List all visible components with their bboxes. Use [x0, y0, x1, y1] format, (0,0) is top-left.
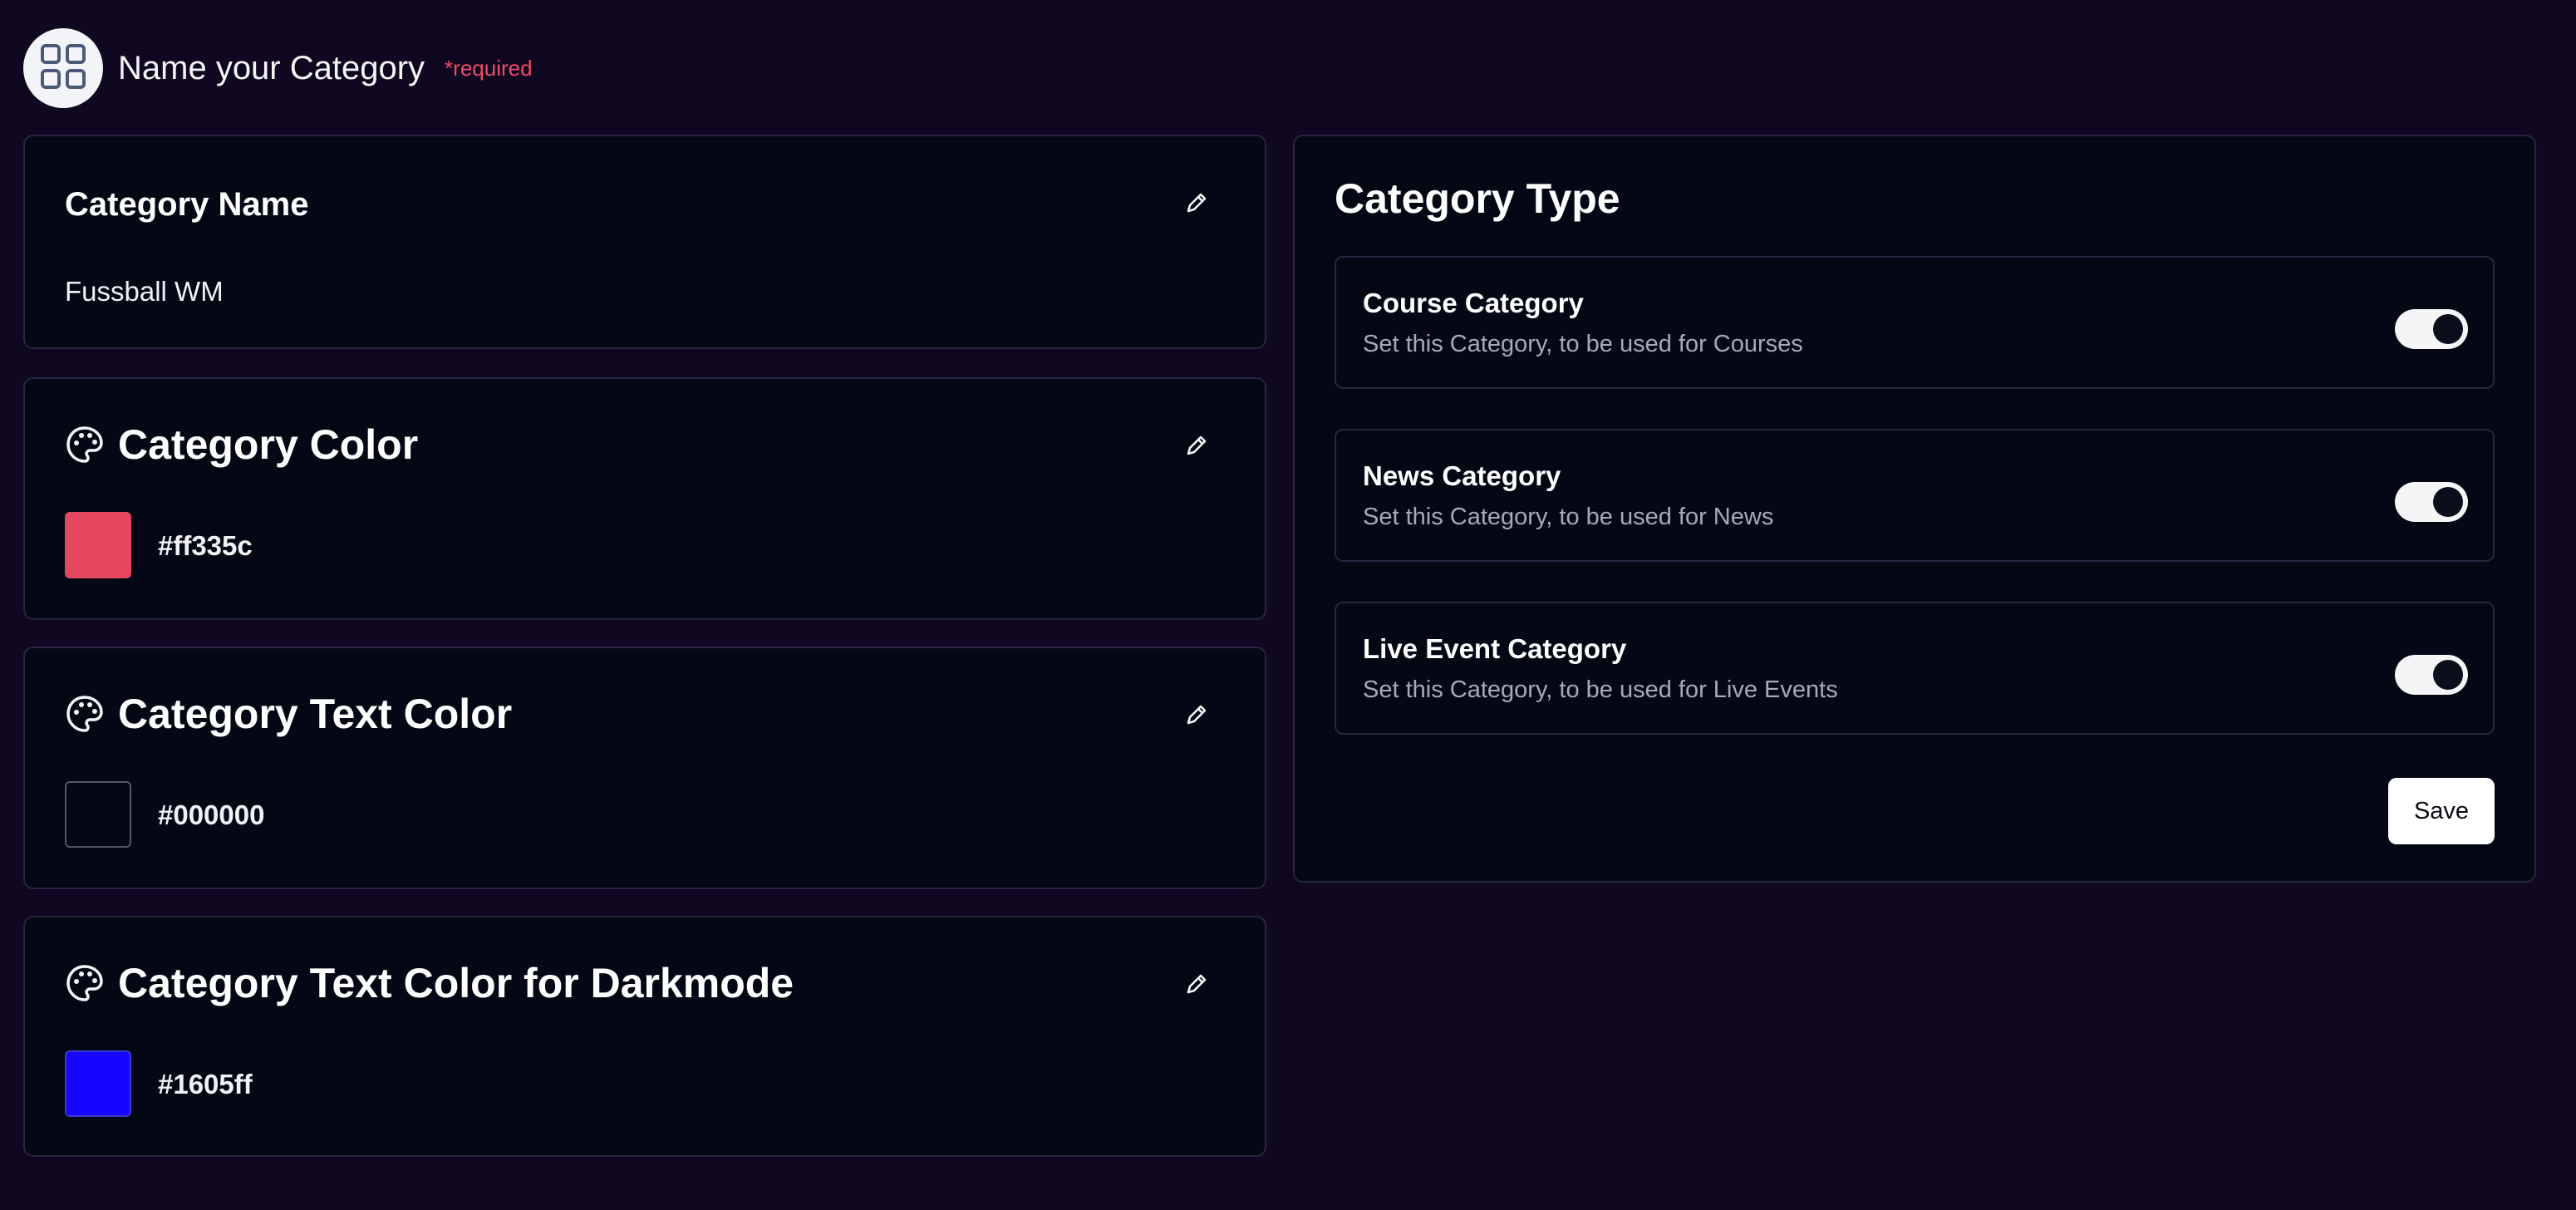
- pencil-icon: [1183, 432, 1210, 463]
- pencil-icon: [1183, 971, 1210, 1001]
- palette-icon: [65, 963, 105, 1003]
- live-event-category-toggle[interactable]: [2395, 655, 2468, 695]
- page-title: Name your Category: [118, 49, 425, 86]
- option-subtitle: Set this Category, to be used for Course…: [1363, 331, 1803, 357]
- category-color-heading: Category Color: [65, 421, 418, 469]
- option-subtitle: Set this Category, to be used for Live E…: [1363, 676, 1838, 703]
- option-title: News Category: [1363, 460, 1561, 491]
- edit-dark-text-color-button[interactable]: [1178, 967, 1215, 1004]
- option-subtitle: Set this Category, to be used for News: [1363, 504, 1774, 530]
- pencil-icon: [1183, 701, 1210, 732]
- edit-text-color-button[interactable]: [1178, 698, 1215, 735]
- category-color-title: Category Color: [118, 421, 419, 468]
- toggle-knob: [2433, 314, 2463, 344]
- category-dark-text-color-swatch[interactable]: [65, 1050, 131, 1117]
- category-text-color-swatch[interactable]: [65, 781, 131, 848]
- category-name-card: Category Name Fussball WM: [23, 135, 1266, 349]
- palette-icon: [65, 425, 105, 465]
- category-type-panel: Category Type Course Category Set this C…: [1293, 135, 2536, 883]
- category-name-title: Category Name: [65, 186, 309, 223]
- news-category-option: News Category Set this Category, to be u…: [1335, 429, 2495, 562]
- edit-color-button[interactable]: [1178, 429, 1215, 465]
- category-text-color-hex: #000000: [158, 799, 265, 830]
- required-label: *required: [445, 55, 533, 81]
- course-category-option: Course Category Set this Category, to be…: [1335, 256, 2495, 389]
- category-dark-text-color-hex: #1605ff: [158, 1069, 253, 1099]
- pencil-icon: [1183, 189, 1210, 220]
- category-color-swatch[interactable]: [65, 512, 131, 578]
- course-category-toggle[interactable]: [2395, 309, 2468, 349]
- toggle-knob: [2433, 660, 2463, 690]
- option-title: Course Category: [1363, 288, 1584, 318]
- category-text-color-heading: Category Text Color: [65, 690, 512, 738]
- edit-name-button[interactable]: [1178, 186, 1215, 223]
- category-avatar: [23, 28, 103, 108]
- save-button[interactable]: Save: [2388, 778, 2495, 844]
- category-text-color-title: Category Text Color: [118, 691, 513, 737]
- category-color-hex: #ff335c: [158, 530, 253, 561]
- option-title: Live Event Category: [1363, 633, 1627, 664]
- live-event-category-option: Live Event Category Set this Category, t…: [1335, 602, 2495, 735]
- category-dark-text-color-card: Category Text Color for Darkmode #1605ff: [23, 916, 1266, 1157]
- palette-icon: [65, 694, 105, 734]
- page-header: Name your Category *required: [23, 28, 533, 108]
- toggle-knob: [2433, 487, 2463, 517]
- category-name-value: Fussball WM: [65, 276, 224, 307]
- category-text-color-card: Category Text Color #000000: [23, 647, 1266, 889]
- category-type-title: Category Type: [1335, 175, 1620, 222]
- category-color-card: Category Color #ff335c: [23, 377, 1266, 620]
- grid-icon: [40, 43, 86, 94]
- news-category-toggle[interactable]: [2395, 482, 2468, 522]
- category-dark-text-color-title: Category Text Color for Darkmode: [118, 960, 794, 1006]
- category-dark-text-color-heading: Category Text Color for Darkmode: [65, 959, 794, 1007]
